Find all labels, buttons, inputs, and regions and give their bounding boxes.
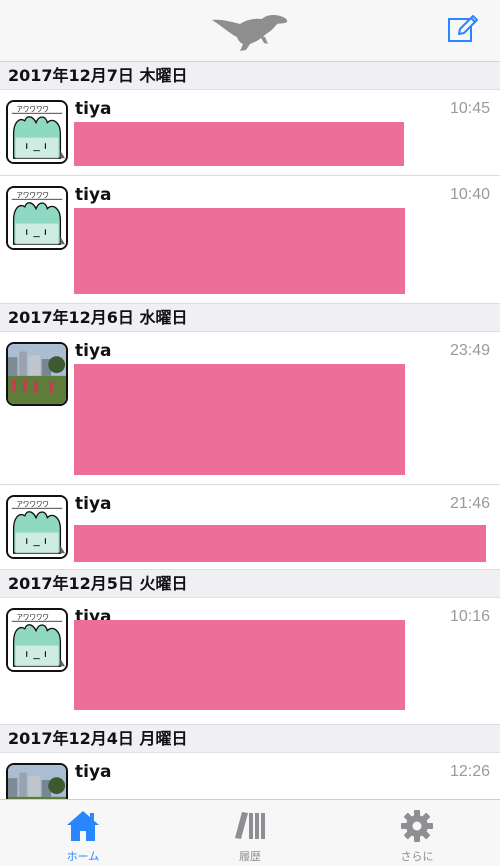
post-time: 10:40 (449, 186, 490, 203)
date-header: 2017年12月4日 月曜日 (0, 725, 500, 753)
photo-avatar[interactable] (6, 342, 68, 406)
author-name[interactable]: tiya (75, 185, 112, 205)
date-header: 2017年12月6日 水曜日 (0, 304, 500, 332)
svg-text:アワワワワ: アワワワワ (16, 613, 49, 621)
tab-label: 履歴 (239, 850, 261, 863)
post-item[interactable]: tiya 23:49 (0, 332, 500, 485)
tab-home[interactable]: ホーム (0, 800, 166, 866)
cat-avatar[interactable]: アワワワワ (6, 608, 68, 672)
post-item[interactable]: アワワワワ tiya 10:16 (0, 598, 500, 725)
post-image[interactable] (74, 208, 405, 294)
timeline-feed[interactable]: 2017年12月7日 木曜日 アワワワワ tiya 10:45 アワワワワ ti… (0, 62, 500, 799)
post-item[interactable]: tiya 12:26 (0, 753, 500, 799)
svg-text:アワワワワ: アワワワワ (16, 500, 49, 508)
post-image[interactable] (74, 122, 404, 166)
author-name[interactable]: tiya (75, 341, 112, 361)
post-image[interactable] (74, 525, 486, 562)
navbar (0, 0, 500, 62)
post-item[interactable]: アワワワワ tiya 10:40 (0, 176, 500, 304)
dinosaur-icon (212, 15, 288, 51)
post-time: 23:49 (449, 342, 490, 359)
post-time: 10:16 (449, 608, 490, 625)
home-icon (67, 811, 99, 841)
post-time: 21:46 (449, 495, 490, 512)
tab-more[interactable]: さらに (334, 800, 500, 866)
gear-icon (401, 810, 433, 842)
tab-label: さらに (400, 850, 434, 863)
photo-avatar[interactable] (6, 763, 68, 799)
tab-history[interactable]: 履歴 (167, 800, 333, 866)
cat-avatar[interactable]: アワワワワ (6, 100, 68, 164)
post-item[interactable]: アワワワワ tiya 21:46 (0, 485, 500, 570)
post-time: 10:45 (449, 100, 490, 117)
date-header: 2017年12月7日 木曜日 (0, 62, 500, 90)
compose-icon[interactable] (447, 13, 479, 45)
post-image[interactable] (74, 364, 405, 475)
books-icon (235, 812, 265, 839)
tab-bar: ホーム 履歴 さらに (0, 799, 500, 866)
author-name[interactable]: tiya (75, 99, 112, 119)
date-header: 2017年12月5日 火曜日 (0, 570, 500, 598)
cat-avatar[interactable]: アワワワワ (6, 495, 68, 559)
author-name[interactable]: tiya (75, 762, 112, 782)
post-item[interactable]: アワワワワ tiya 10:45 (0, 90, 500, 176)
post-image[interactable] (74, 620, 405, 710)
post-time: 12:26 (449, 763, 490, 780)
author-name[interactable]: tiya (75, 494, 112, 514)
cat-avatar[interactable]: アワワワワ (6, 186, 68, 250)
svg-text:アワワワワ: アワワワワ (16, 105, 49, 113)
svg-text:アワワワワ: アワワワワ (16, 191, 49, 199)
tab-label: ホーム (66, 850, 100, 863)
app: 2017年12月7日 木曜日 アワワワワ tiya 10:45 アワワワワ ti… (0, 0, 500, 866)
